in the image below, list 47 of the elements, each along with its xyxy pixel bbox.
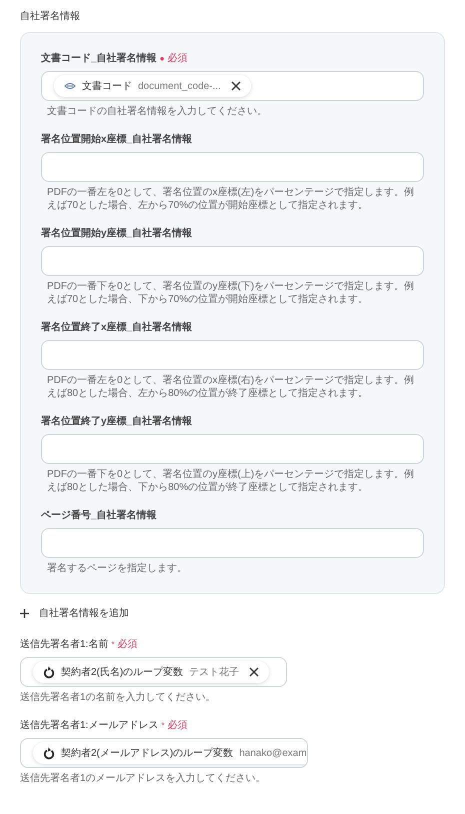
chip-label: 契約者2(氏名)のループ変数 — [61, 666, 184, 680]
field-label: 署名位置終了y座標_自社署名情報 — [41, 414, 192, 429]
help-text: 送信先署名者1のメールアドレスを入力してください。 — [20, 772, 267, 785]
help-text: 送信先署名者1の名前を入力してください。 — [20, 691, 217, 704]
required-label: 必須 — [167, 718, 188, 733]
help-text: 署名するページを指定します。 — [46, 562, 188, 575]
plus-icon — [20, 609, 29, 618]
chip-value: hanako@exam — [239, 746, 307, 760]
variable-chip[interactable]: 契約者2(氏名)のループ変数 テスト花子 — [33, 661, 270, 683]
input-field[interactable]: 契約者2(氏名)のループ変数 テスト花子 — [20, 657, 287, 687]
field-label: 送信先署名者1:メールアドレス — [20, 718, 158, 733]
field-label: 送信先署名者1:名前 — [20, 638, 108, 652]
field-label: 署名位置終了x座標_自社署名情報 — [41, 320, 192, 335]
input-field[interactable] — [41, 246, 424, 276]
variable-chip[interactable]: 契約者2(メールアドレス)のループ変数 hanako@exam — [33, 742, 307, 764]
close-button[interactable] — [249, 667, 260, 677]
input-field[interactable]: 契約者2(メールアドレス)のループ変数 hanako@exam — [20, 738, 308, 768]
variable-chip[interactable]: 文書コード document_code-... — [54, 75, 251, 97]
help-text: PDFの一番左を0として、署名位置のx座標(右)をパーセンテージで指定します。例えば80とした場合、左から80%の位置が終了座標として指定されます。 — [46, 374, 416, 400]
help-text: PDFの一番左を0として、署名位置のx座標(左)をパーセンテージで指定します。例えば70とした場合、左から70%の位置が開始座標として指定されます。 — [46, 186, 416, 212]
section-title: 自社署名情報 — [20, 10, 81, 24]
loop-icon — [43, 666, 55, 678]
chip-value: document_code-... — [138, 80, 221, 94]
input-field[interactable] — [41, 434, 424, 464]
field-label: 文書コード_自社署名情報 — [41, 52, 157, 66]
field-label: 署名位置開始x座標_自社署名情報 — [41, 132, 192, 147]
help-text: 文書コードの自社署名情報を入力してください。 — [46, 105, 268, 118]
help-text: PDFの一番下を0として、署名位置のy座標(上)をパーセンテージで指定します。例えば80とした場合、下から80%の位置が終了座標として指定されます。 — [46, 468, 416, 494]
chip-label: 文書コード — [82, 80, 132, 94]
required-mark: * — [161, 720, 164, 732]
input-field[interactable]: 文書コード document_code-... — [41, 71, 424, 101]
required-mark: * — [111, 638, 114, 650]
required-mark: ● — [160, 52, 164, 64]
add-button[interactable]: 自社署名情報を追加 — [20, 606, 129, 621]
help-text: PDFの一番下を0として、署名位置のy座標(下)をパーセンテージで指定します。例えば70とした場合、下から70%の位置が開始座標として指定されます。 — [46, 280, 416, 306]
input-field[interactable] — [41, 340, 424, 370]
required-label: 必須 — [167, 52, 188, 66]
field-label: ページ番号_自社署名情報 — [41, 508, 157, 523]
chip-label: 契約者2(メールアドレス)のループ変数 — [61, 746, 234, 760]
eye-icon — [64, 81, 76, 91]
input-field[interactable] — [41, 152, 424, 182]
field-label: 署名位置開始y座標_自社署名情報 — [41, 226, 192, 241]
loop-icon — [43, 746, 55, 760]
required-label: 必須 — [117, 638, 138, 652]
chip-value: テスト花子 — [189, 666, 240, 680]
close-button[interactable] — [230, 81, 241, 91]
input-field[interactable] — [41, 528, 424, 558]
